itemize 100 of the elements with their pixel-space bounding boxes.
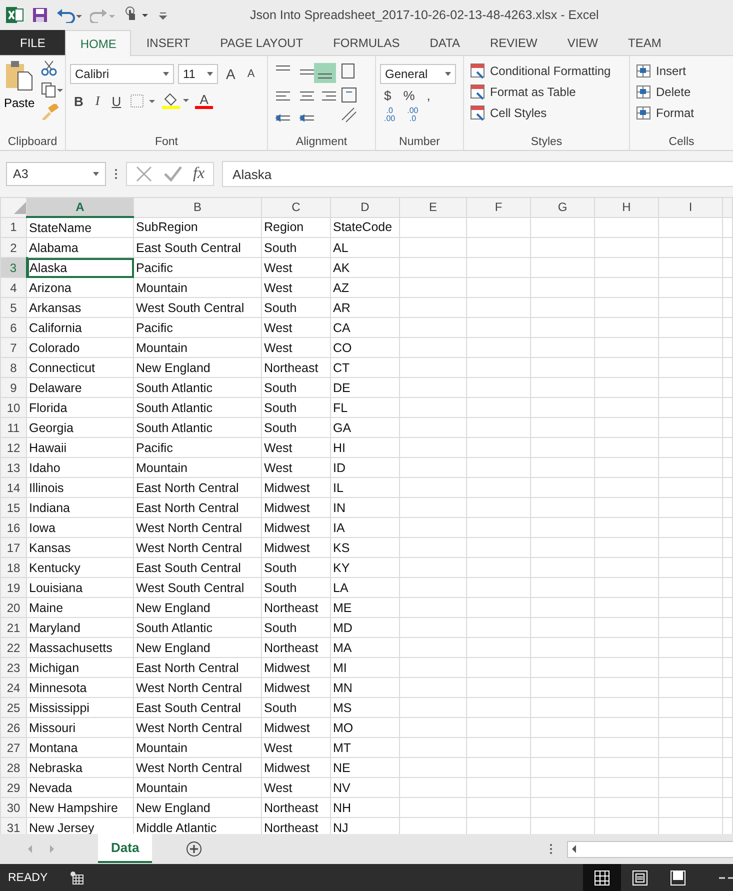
ribbon-tab[interactable]: FILE — [0, 30, 66, 55]
row-header[interactable]: 15 — [0, 498, 26, 518]
sheet-tab[interactable]: Data — [98, 834, 152, 863]
row-header[interactable]: 23 — [0, 658, 26, 678]
row-header[interactable]: 29 — [0, 778, 26, 798]
styles-menu-button[interactable]: Format as Table — [468, 83, 625, 101]
cells-menu-button[interactable]: Format — [634, 104, 729, 122]
zoom-slider-icon[interactable] — [719, 876, 733, 880]
horizontal-scrollbar[interactable] — [567, 840, 733, 858]
save-icon[interactable] — [32, 7, 48, 23]
excel-logo-icon[interactable] — [6, 6, 24, 24]
table-cell: Connecticut — [26, 358, 134, 378]
row-header[interactable]: 31 — [0, 818, 26, 834]
macro-recording-icon[interactable] — [70, 870, 84, 884]
paste-button[interactable]: Paste — [4, 60, 35, 136]
scissors-icon[interactable] — [40, 60, 57, 76]
cells-menu-button[interactable]: Delete — [634, 83, 729, 101]
number-format-dropdown[interactable]: General — [380, 64, 456, 84]
normal-view-button[interactable] — [583, 864, 621, 891]
row-header[interactable]: 21 — [0, 618, 26, 638]
row-header[interactable]: 28 — [0, 758, 26, 778]
table-cell: Mountain — [134, 738, 262, 758]
row-header[interactable]: 7 — [0, 338, 26, 358]
row-header[interactable]: 9 — [0, 378, 26, 398]
ribbon-tab[interactable]: PAGE LAYOUT — [205, 30, 318, 55]
table-cell: CT — [330, 358, 400, 378]
column-header[interactable]: E — [400, 198, 466, 217]
row-header[interactable]: 14 — [0, 478, 26, 498]
column-header[interactable]: B — [134, 198, 262, 217]
increase-decimal-button[interactable]: .0 .00 — [380, 107, 400, 123]
column-header[interactable]: G — [530, 198, 594, 217]
cells-menu-button[interactable]: Insert — [634, 62, 729, 80]
row-header[interactable]: 20 — [0, 598, 26, 618]
ribbon-tab[interactable]: VIEW — [552, 30, 613, 55]
row-header[interactable]: 16 — [0, 518, 26, 538]
font-family-dropdown[interactable]: Calibri — [70, 64, 174, 84]
decrease-decimal-button[interactable]: .00 .0 — [403, 107, 422, 123]
bold-button[interactable]: B — [70, 94, 88, 108]
name-box[interactable]: A3 — [6, 162, 106, 186]
copy-icon[interactable] — [40, 82, 63, 98]
formula-input[interactable]: Alaska — [222, 161, 733, 187]
row-header[interactable]: 1 — [0, 217, 26, 238]
styles-menu-button[interactable]: Conditional Formatting — [468, 62, 625, 80]
currency-button[interactable]: $ — [380, 88, 396, 103]
row-header[interactable]: 12 — [0, 438, 26, 458]
undo-icon[interactable] — [56, 7, 82, 23]
row-header[interactable]: 6 — [0, 318, 26, 338]
fill-color-icon[interactable] — [161, 92, 192, 110]
row-header[interactable]: 13 — [0, 458, 26, 478]
table-cell: Mountain — [134, 778, 262, 798]
comma-button[interactable]: , — [422, 88, 434, 103]
row-header[interactable]: 30 — [0, 798, 26, 818]
page-break-icon — [670, 870, 686, 886]
row-header[interactable]: 22 — [0, 638, 26, 658]
column-header[interactable]: I — [658, 198, 722, 217]
ribbon-tab[interactable]: DATA — [414, 30, 475, 55]
underline-button[interactable]: U — [108, 94, 126, 108]
row-header[interactable]: 4 — [0, 278, 26, 298]
row-header[interactable]: 25 — [0, 698, 26, 718]
column-header[interactable]: A — [26, 198, 134, 217]
ribbon-tab[interactable]: FORMULAS — [318, 30, 415, 55]
table-cell: South — [262, 698, 330, 718]
table-cell: Massachusetts — [26, 638, 134, 658]
table-cell: New Hampshire — [26, 798, 134, 818]
check-icon[interactable] — [163, 165, 183, 183]
italic-button[interactable]: I — [91, 93, 104, 109]
row-header[interactable]: 3 — [0, 258, 26, 278]
row-header[interactable]: 2 — [0, 238, 26, 258]
row-header[interactable]: 10 — [0, 398, 26, 418]
table-cell: MN — [330, 678, 400, 698]
row-header[interactable]: 18 — [0, 558, 26, 578]
customize-toolbar-icon[interactable] — [158, 10, 168, 20]
grow-font-button[interactable]: A — [222, 66, 240, 82]
ribbon-tab[interactable]: REVIEW — [474, 30, 552, 55]
row-header[interactable]: 8 — [0, 358, 26, 378]
percent-button[interactable]: % — [399, 88, 419, 103]
window-title: Json Into Spreadsheet_2017-10-26-02-13-48-4263.xlsx - Excel — [250, 8, 599, 22]
font-color-button[interactable]: A — [200, 93, 208, 106]
add-sheet-icon[interactable] — [186, 841, 202, 857]
styles-menu-button[interactable]: Cell Styles — [468, 104, 625, 122]
table-cell: Colorado — [26, 338, 134, 358]
font-size-dropdown[interactable]: 11 — [178, 64, 218, 84]
column-header[interactable]: F — [466, 198, 530, 217]
row-header[interactable]: 19 — [0, 578, 26, 598]
ribbon-tab[interactable]: TEAM — [613, 30, 676, 55]
shrink-font-button[interactable]: A — [243, 68, 259, 80]
row-header[interactable]: 24 — [0, 678, 26, 698]
column-header[interactable]: C — [262, 198, 330, 217]
row-header[interactable]: 11 — [0, 418, 26, 438]
row-header[interactable]: 27 — [0, 738, 26, 758]
row-header[interactable]: 26 — [0, 718, 26, 738]
column-header[interactable]: D — [330, 198, 400, 217]
ribbon-tab[interactable]: INSERT — [131, 30, 206, 55]
row-header[interactable]: 5 — [0, 298, 26, 318]
insert-function-button[interactable]: fx — [193, 165, 205, 183]
borders-icon[interactable] — [129, 93, 158, 109]
row-header[interactable]: 17 — [0, 538, 26, 558]
ribbon-tab[interactable]: HOME — [65, 30, 132, 56]
column-header[interactable]: H — [594, 198, 658, 217]
table-cell: LA — [330, 578, 400, 598]
